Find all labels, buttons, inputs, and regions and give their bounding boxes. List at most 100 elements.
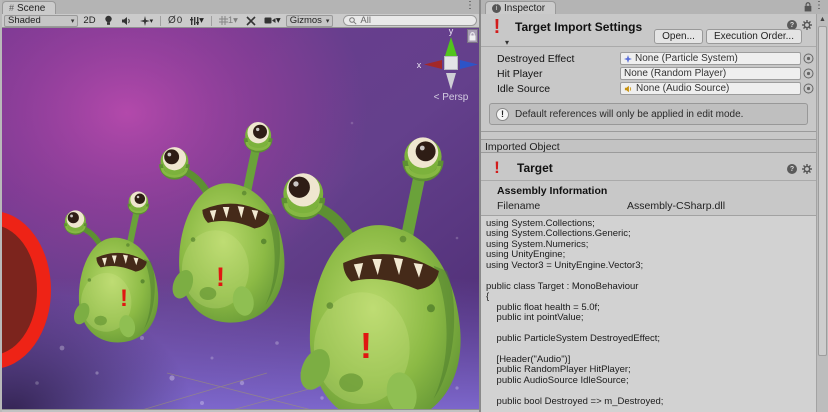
- inspector-tab-label: Inspector: [504, 3, 545, 14]
- inspector-panel: i Inspector ⋮ ! Target Import Settings ?…: [481, 0, 828, 412]
- gear-icon[interactable]: [802, 164, 812, 174]
- particle-system-icon: [624, 55, 632, 63]
- scene-render: ! ! ! y x z < Persp: [2, 28, 479, 409]
- projection-toggle[interactable]: < Persp: [434, 92, 469, 103]
- scene-tab-icon: #: [9, 3, 14, 13]
- audio-source-icon: [624, 85, 633, 93]
- chevron-down-icon: ▾: [199, 15, 204, 26]
- default-references-fields: Destroyed Effect None (Particle System) …: [481, 47, 816, 98]
- effects-icon: [140, 16, 150, 26]
- field-label: Idle Source: [497, 83, 620, 95]
- gizmos-label: Gizmos: [290, 15, 322, 26]
- assembly-heading: Assembly Information: [497, 185, 816, 197]
- eye-off-icon: Ø: [168, 15, 176, 26]
- idle-source-object-field[interactable]: None (Audio Source): [620, 82, 801, 95]
- chevron-down-icon: ▾: [233, 15, 238, 26]
- missing-script-marker: !: [120, 285, 128, 312]
- 2d-label: 2D: [83, 15, 95, 26]
- inspector-scrollbar[interactable]: ▲: [816, 14, 828, 412]
- speaker-icon: [121, 16, 132, 26]
- axis-x-label: x: [417, 60, 422, 70]
- info-icon: i: [492, 4, 501, 13]
- info-bubble-icon: !: [496, 108, 509, 121]
- inspector-tabbar: i Inspector ⋮: [481, 0, 828, 14]
- script-warning-icon: !: [487, 17, 507, 37]
- lock-icon: [469, 32, 476, 41]
- camera-icon: [264, 16, 276, 25]
- scene-viewport[interactable]: ! ! ! y x z < Persp: [2, 28, 479, 409]
- scene-tab-label: Scene: [17, 3, 45, 14]
- field-label: Hit Player: [497, 68, 620, 80]
- bulb-icon: [104, 15, 113, 26]
- gizmo-cube[interactable]: [445, 57, 458, 70]
- axis-y-label: y: [449, 28, 454, 36]
- inspector-content: ! Target Import Settings ? ▾ Open... Exe…: [481, 14, 828, 412]
- effects-dropdown[interactable]: ▾: [137, 15, 157, 27]
- tab-scene[interactable]: # Scene: [2, 1, 56, 14]
- chevron-down-icon: ▾: [276, 15, 281, 26]
- scene-view-options-dropdown[interactable]: ▾: [187, 15, 207, 27]
- imported-object-strip: Imported Object: [481, 139, 816, 153]
- object-picker-icon[interactable]: [803, 68, 814, 79]
- tab-inspector[interactable]: i Inspector: [485, 1, 556, 14]
- object-picker-icon[interactable]: [803, 83, 814, 94]
- scene-menu-icon[interactable]: ⋮: [465, 1, 475, 11]
- object-field-value: None (Audio Source): [636, 83, 729, 94]
- search-icon: [349, 17, 357, 25]
- lighting-toggle[interactable]: [101, 15, 116, 27]
- object-field-value: None (Random Player): [624, 68, 726, 79]
- scroll-up-arrow-icon[interactable]: ▲: [817, 14, 828, 25]
- object-field-value: None (Particle System): [635, 53, 738, 64]
- field-row: Hit Player None (Random Player): [481, 66, 816, 81]
- scene-search-input[interactable]: All: [343, 15, 477, 26]
- chevron-down-icon: ▾: [150, 17, 154, 25]
- help-icon[interactable]: ?: [787, 164, 797, 174]
- script-preview: using System.Collections; using System.C…: [481, 215, 816, 412]
- grid-snap-dropdown[interactable]: 1 ▾: [216, 15, 241, 27]
- chevron-down-icon: ▾: [326, 17, 330, 25]
- scene-tabbar: # Scene ⋮: [2, 0, 479, 14]
- filename-value: Assembly-CSharp.dll: [627, 200, 725, 212]
- object-picker-icon[interactable]: [803, 53, 814, 64]
- field-row: Destroyed Effect None (Particle System): [481, 51, 816, 66]
- missing-script-marker: !: [216, 262, 225, 292]
- foldout-arrow-icon[interactable]: ▾: [505, 38, 509, 47]
- scene-panel: # Scene ⋮ Shaded ▾ 2D ▾ Ø: [0, 0, 479, 412]
- target-object-title: Target: [517, 161, 787, 175]
- camera-dropdown[interactable]: ▾: [261, 15, 284, 27]
- gizmos-dropdown[interactable]: Gizmos ▾: [286, 15, 334, 27]
- tools-icon: [246, 16, 256, 26]
- hidden-count: 0: [177, 15, 182, 26]
- hidden-objects-toggle[interactable]: Ø 0: [165, 15, 185, 27]
- script-warning-icon: !: [487, 159, 507, 176]
- grid-icon: [219, 16, 228, 25]
- scene-search-value: All: [360, 15, 371, 26]
- open-button[interactable]: Open...: [654, 29, 703, 44]
- execution-order-button[interactable]: Execution Order...: [706, 29, 802, 44]
- hit-player-object-field[interactable]: None (Random Player): [620, 67, 801, 80]
- scrollbar-thumb[interactable]: [818, 26, 827, 356]
- shading-mode-label: Shaded: [8, 15, 67, 26]
- destroyed-effect-object-field[interactable]: None (Particle System): [620, 52, 801, 65]
- field-label: Destroyed Effect: [497, 53, 620, 65]
- field-row: Idle Source None (Audio Source): [481, 81, 816, 96]
- help-box-text: Default references will only be applied …: [515, 109, 743, 120]
- audio-toggle[interactable]: [118, 15, 135, 27]
- gear-icon[interactable]: [802, 20, 812, 30]
- scene-lock-button[interactable]: [467, 29, 478, 43]
- help-box: ! Default references will only be applie…: [489, 103, 808, 125]
- scene-toolbar: Shaded ▾ 2D ▾ Ø 0 ▾: [2, 14, 479, 28]
- script-source-text: using System.Collections; using System.C…: [486, 219, 814, 412]
- unity-editor-window: # Scene ⋮ Shaded ▾ 2D ▾ Ø: [0, 0, 828, 412]
- component-tools-button[interactable]: [243, 15, 259, 27]
- 2d-toggle[interactable]: 2D: [80, 15, 98, 27]
- assembly-information-section: Assembly Information Filename Assembly-C…: [481, 181, 816, 215]
- target-object-header: ! Target ?: [481, 153, 816, 181]
- missing-script-marker: !: [360, 325, 372, 366]
- chevron-down-icon: ▾: [71, 17, 75, 25]
- filename-label: Filename: [497, 200, 627, 212]
- shading-mode-dropdown[interactable]: Shaded ▾: [4, 15, 78, 27]
- divider: [481, 131, 816, 132]
- toolbar-separator: [160, 16, 161, 26]
- inspector-menu-icon[interactable]: ⋮: [814, 1, 824, 11]
